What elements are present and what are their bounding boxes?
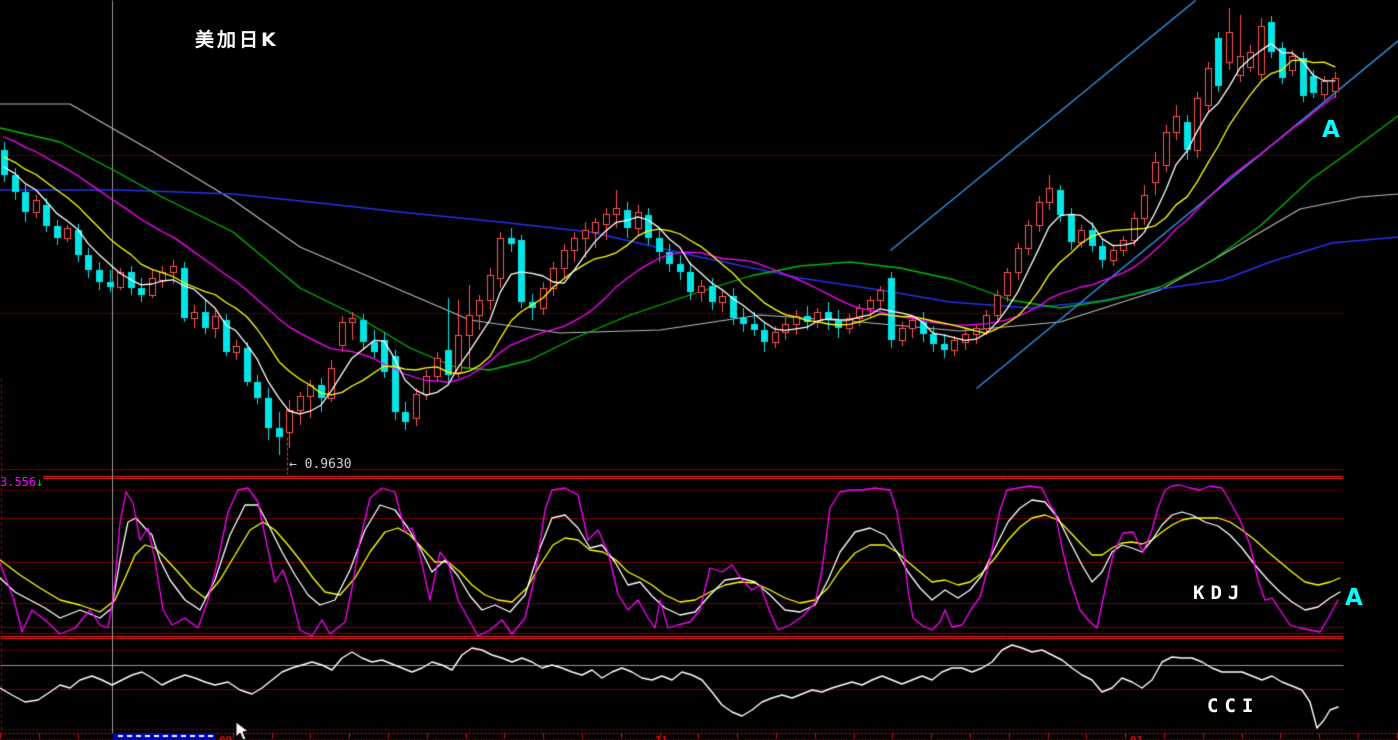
- annotation-a-kdj[interactable]: A: [1345, 587, 1363, 610]
- annotation-a-main[interactable]: A: [1322, 119, 1340, 142]
- chart-canvas[interactable]: [0, 0, 1398, 740]
- kdj-value-readout: 3.556↓: [0, 475, 44, 489]
- down-arrow-icon: ↓: [36, 475, 44, 489]
- kdj-value-text: 3.556: [0, 475, 37, 489]
- low-price-label: ← 0.9630: [289, 457, 352, 472]
- cci-panel-label: CCI: [1204, 697, 1263, 716]
- chart-window: 美加日K ← 0.9630 3.556↓ KDJ CCI A A: [0, 0, 1398, 740]
- chart-title: 美加日K: [195, 29, 279, 51]
- kdj-panel-label: KDJ: [1190, 584, 1249, 603]
